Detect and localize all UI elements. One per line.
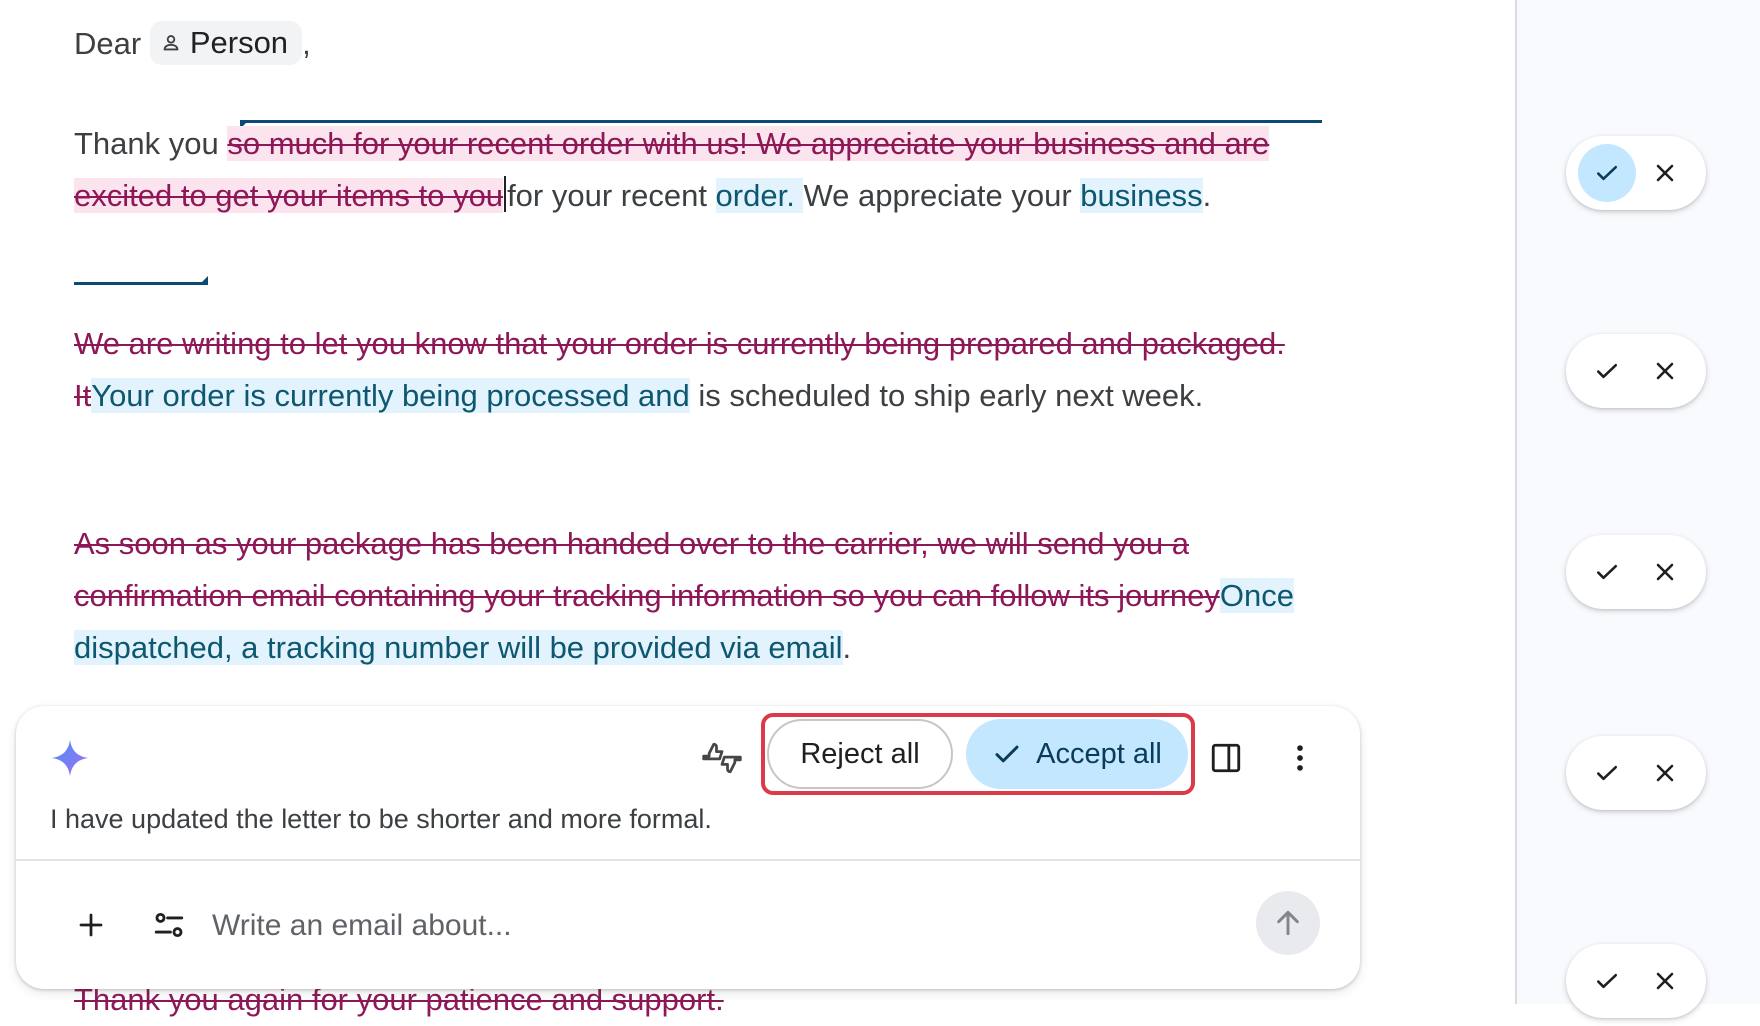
p3-tail: . bbox=[842, 630, 852, 665]
prompt-input[interactable] bbox=[210, 900, 1214, 952]
document-area[interactable]: Dear Person , Thank you so much for your… bbox=[0, 0, 1515, 1017]
check-icon bbox=[1596, 973, 1618, 989]
check-icon bbox=[1596, 363, 1618, 379]
text-cursor bbox=[504, 176, 507, 212]
close-icon bbox=[1656, 362, 1674, 380]
close-icon bbox=[1656, 764, 1674, 782]
check-icon bbox=[995, 745, 1019, 763]
check-icon bbox=[1596, 564, 1618, 580]
p2-kept-text: is scheduled to ship early next week. bbox=[689, 378, 1204, 413]
suggestion-rail bbox=[1515, 0, 1760, 1018]
suggestion-2-controls bbox=[1566, 334, 1706, 408]
paragraph-2[interactable]: We are writing to let you know that your… bbox=[74, 318, 1334, 422]
suggestion-5-accept-button[interactable] bbox=[1578, 952, 1636, 1010]
person-chip[interactable]: Person bbox=[149, 20, 303, 65]
send-arrow-icon[interactable] bbox=[1256, 891, 1320, 955]
p1-lead: Thank you bbox=[74, 126, 228, 161]
suggestion-5-reject-button[interactable] bbox=[1636, 952, 1694, 1010]
greeting-punct: , bbox=[302, 26, 311, 61]
p1-tail: . bbox=[1202, 178, 1212, 213]
suggestion-1-accept-button[interactable] bbox=[1578, 144, 1636, 202]
suggestion-1-controls bbox=[1566, 136, 1706, 210]
more-vert-icon[interactable] bbox=[1274, 732, 1326, 784]
suggestion-4-controls bbox=[1566, 736, 1706, 810]
plus-icon[interactable] bbox=[66, 900, 116, 950]
suggestion-2-reject-button[interactable] bbox=[1636, 342, 1694, 400]
gemini-suggestion-panel: Reject all Accept all I have updated the… bbox=[16, 706, 1360, 989]
reject-all-label: Reject all bbox=[800, 737, 920, 770]
suggestion-4-reject-button[interactable] bbox=[1636, 744, 1694, 802]
close-icon bbox=[1656, 563, 1674, 581]
p3-deleted-text: As soon as your package has been handed … bbox=[74, 526, 1220, 613]
greeting-word: Dear bbox=[74, 26, 142, 61]
person-chip-label: Person bbox=[189, 24, 289, 60]
p1-inserted-2: business bbox=[1080, 178, 1203, 213]
paragraph-3[interactable]: As soon as your package has been handed … bbox=[74, 518, 1334, 674]
greeting-line: Dear Person , bbox=[74, 18, 1334, 70]
person-icon bbox=[163, 34, 179, 51]
paragraph-1[interactable]: Thank you so much for your recent order … bbox=[74, 118, 1334, 222]
close-icon bbox=[1656, 972, 1674, 990]
ai-response-text: I have updated the letter to be shorter … bbox=[50, 804, 712, 834]
suggestion-5-controls bbox=[1566, 944, 1706, 1018]
reject-all-button[interactable]: Reject all bbox=[767, 719, 953, 789]
suggestion-4-accept-button[interactable] bbox=[1578, 744, 1636, 802]
check-icon bbox=[1596, 765, 1618, 781]
suggestion-3-controls bbox=[1566, 535, 1706, 609]
side-panel-icon[interactable] bbox=[1200, 732, 1252, 784]
close-icon bbox=[1656, 164, 1674, 182]
suggestion-3-reject-button[interactable] bbox=[1636, 543, 1694, 601]
thumbs-feedback-icon[interactable] bbox=[696, 732, 748, 784]
p2-inserted-text: Your order is currently being processed … bbox=[91, 378, 690, 413]
suggestion-2-accept-button[interactable] bbox=[1578, 342, 1636, 400]
sparkle-icon bbox=[51, 739, 89, 777]
check-icon bbox=[1596, 165, 1618, 181]
suggestion-3-accept-button[interactable] bbox=[1578, 543, 1636, 601]
accept-all-button[interactable]: Accept all bbox=[966, 719, 1188, 789]
p1-inserted-1: order. bbox=[715, 178, 804, 213]
tune-icon[interactable] bbox=[144, 900, 194, 950]
p1-kept-1: for your recent bbox=[507, 178, 716, 213]
accept-all-label: Accept all bbox=[1036, 737, 1162, 770]
p1-kept-2: We appreciate your bbox=[803, 178, 1081, 213]
selection-bottom-marker bbox=[74, 276, 208, 285]
panel-divider bbox=[16, 859, 1360, 861]
suggestion-1-reject-button[interactable] bbox=[1636, 144, 1694, 202]
